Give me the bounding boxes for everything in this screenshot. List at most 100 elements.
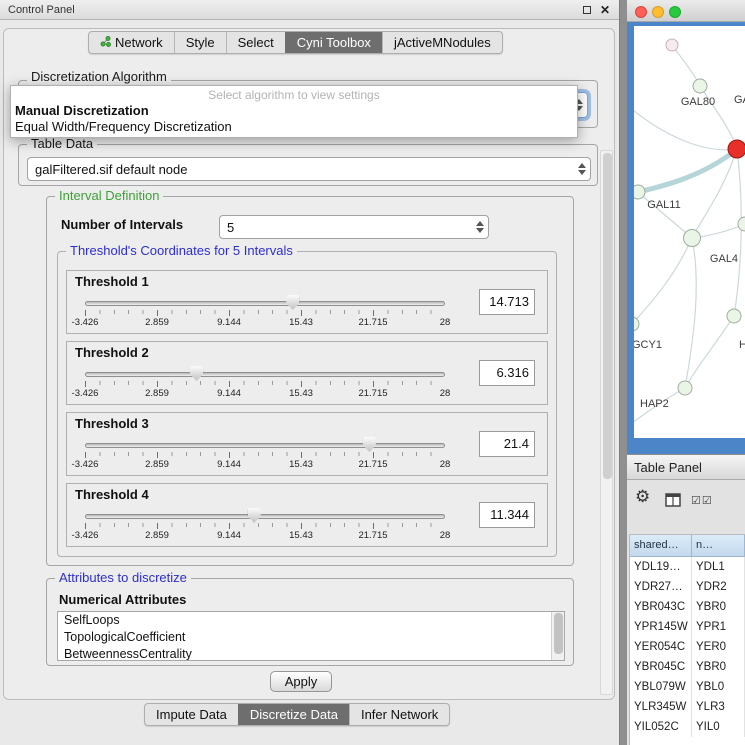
threshold-3-value-input[interactable]: 21.4	[479, 431, 535, 457]
threshold-panel-3: Threshold 3 -3.426 2.859 9.144 15.43 21.…	[66, 412, 548, 476]
network-node[interactable]	[693, 79, 707, 93]
cell[interactable]: YER0	[692, 637, 745, 657]
cell[interactable]: YDR2	[692, 577, 745, 597]
slider-thumb[interactable]	[286, 295, 299, 310]
list-item[interactable]: BetweennessCentrality	[58, 646, 564, 661]
number-of-intervals-combo[interactable]: 5	[219, 215, 489, 239]
cell[interactable]: YER054C	[630, 637, 692, 657]
scale-label: 15.43	[289, 459, 313, 470]
table-row[interactable]: YBR043CYBR0	[630, 597, 745, 617]
table-row[interactable]: YER054CYER0	[630, 637, 745, 657]
float-window-icon[interactable]	[583, 6, 591, 14]
tab-style-label: Style	[186, 35, 215, 50]
selected-red-node[interactable]	[728, 140, 745, 158]
window-title: Control Panel	[0, 4, 583, 16]
cell[interactable]: YIL0	[692, 717, 745, 737]
tab-select[interactable]: Select	[226, 32, 285, 53]
network-node[interactable]	[727, 309, 741, 323]
top-tab-bar: Network Style Select Cyni Toolbox jActiv…	[88, 31, 503, 54]
control-panel-window: Control Panel ✕ Network Style Select Cyn…	[0, 0, 620, 745]
combo-stepper-icon[interactable]	[472, 221, 488, 233]
scale-label: 15.43	[289, 530, 313, 541]
close-icon[interactable]: ✕	[600, 4, 610, 16]
network-node[interactable]	[634, 317, 639, 331]
cell[interactable]: YLR3	[692, 697, 745, 717]
network-node[interactable]	[738, 217, 745, 231]
slider-scale-labels: -3.426 2.859 9.144 15.43 21.715 28	[85, 459, 445, 470]
table-row[interactable]: YBL079WYBL0	[630, 677, 745, 697]
cell[interactable]: YBL079W	[630, 677, 692, 697]
cell[interactable]: YBR045C	[630, 657, 692, 677]
list-item[interactable]: TopologicalCoefficient	[58, 629, 564, 646]
gear-icon[interactable]: ⚙	[635, 488, 650, 505]
columns-icon[interactable]	[665, 493, 681, 512]
tab-jactivemnodules[interactable]: jActiveMNodules	[382, 32, 502, 53]
scale-label: 2.859	[145, 317, 169, 328]
table-row[interactable]: YDR27…YDR2	[630, 577, 745, 597]
list-scrollbar[interactable]	[551, 612, 564, 660]
slider-track[interactable]	[85, 372, 445, 377]
network-canvas[interactable]: GAL80 GA GAL11 GAL4 GCY1 HAP2 H	[634, 26, 745, 438]
table-row[interactable]: YPR145WYPR1	[630, 617, 745, 637]
cell[interactable]: YBR0	[692, 657, 745, 677]
number-of-intervals-value: 5	[227, 220, 234, 235]
scale-label: 9.144	[217, 530, 241, 541]
zoom-traffic-light-icon[interactable]	[669, 6, 681, 18]
slider-scale-labels: -3.426 2.859 9.144 15.43 21.715 28	[85, 317, 445, 328]
tab-cyni-toolbox[interactable]: Cyni Toolbox	[285, 32, 382, 53]
network-node[interactable]	[634, 185, 645, 199]
scale-label: 2.859	[145, 459, 169, 470]
dropdown-option-equal-width[interactable]: Equal Width/Frequency Discretization	[11, 119, 577, 135]
network-node[interactable]	[678, 381, 692, 395]
tab-style[interactable]: Style	[174, 32, 226, 53]
tab-impute-data[interactable]: Impute Data	[145, 704, 238, 725]
tab-discretize-data[interactable]: Discretize Data	[238, 704, 349, 725]
slider-track[interactable]	[85, 301, 445, 306]
tab-infer-network[interactable]: Infer Network	[349, 704, 449, 725]
cell[interactable]: YLR345W	[630, 697, 692, 717]
panel-scrollbar-thumb[interactable]	[603, 153, 612, 479]
column-header-name[interactable]: n…	[692, 535, 745, 557]
slider-track[interactable]	[85, 514, 445, 519]
scale-label: 15.43	[289, 388, 313, 399]
minimize-traffic-light-icon[interactable]	[652, 6, 664, 18]
dropdown-option-manual[interactable]: Manual Discretization	[11, 103, 577, 119]
combo-stepper-icon[interactable]	[574, 163, 590, 175]
cell[interactable]: YPR1	[692, 617, 745, 637]
node-label: GA	[734, 94, 745, 106]
slider-thumb[interactable]	[248, 508, 261, 523]
attributes-group: Attributes to discretize Numerical Attri…	[46, 578, 574, 666]
list-item[interactable]: SelfLoops	[58, 612, 564, 629]
table-row[interactable]: YDL19…YDL1	[630, 557, 745, 577]
cell[interactable]: YDL19…	[630, 557, 692, 577]
table-data-combo[interactable]: galFiltered.sif default node	[27, 157, 591, 181]
threshold-2-value-input[interactable]: 6.316	[479, 360, 535, 386]
table-panel-header: Table Panel	[627, 454, 745, 480]
column-header-shared[interactable]: shared…	[630, 535, 692, 557]
cell[interactable]: YBL0	[692, 677, 745, 697]
cell[interactable]: YDR27…	[630, 577, 692, 597]
tab-network[interactable]: Network	[89, 32, 174, 53]
table-row[interactable]: YIL052CYIL0	[630, 717, 745, 737]
apply-button[interactable]: Apply	[270, 671, 332, 692]
slider-thumb[interactable]	[190, 366, 203, 381]
threshold-4-slider: -3.426 2.859 9.144 15.43 21.715 28	[85, 506, 445, 544]
list-scrollbar-thumb[interactable]	[554, 613, 563, 654]
cell[interactable]: YDL1	[692, 557, 745, 577]
cell[interactable]: YPR145W	[630, 617, 692, 637]
table-row[interactable]: YLR345WYLR3	[630, 697, 745, 717]
checkbox-icons[interactable]: ☑☑	[691, 494, 713, 507]
slider-track[interactable]	[85, 443, 445, 448]
panel-scrollbar[interactable]	[600, 150, 613, 695]
threshold-4-value-input[interactable]: 11.344	[479, 502, 535, 528]
network-node[interactable]	[684, 230, 701, 247]
table-row[interactable]: YBR045CYBR0	[630, 657, 745, 677]
network-node[interactable]	[666, 39, 678, 51]
cell[interactable]: YBR043C	[630, 597, 692, 617]
slider-thumb[interactable]	[363, 437, 376, 452]
cell[interactable]: YIL052C	[630, 717, 692, 737]
close-traffic-light-icon[interactable]	[635, 6, 647, 18]
cell[interactable]: YBR0	[692, 597, 745, 617]
threshold-1-value-input[interactable]: 14.713	[479, 289, 535, 315]
tab-jactivemnodules-label: jActiveMNodules	[394, 35, 491, 50]
